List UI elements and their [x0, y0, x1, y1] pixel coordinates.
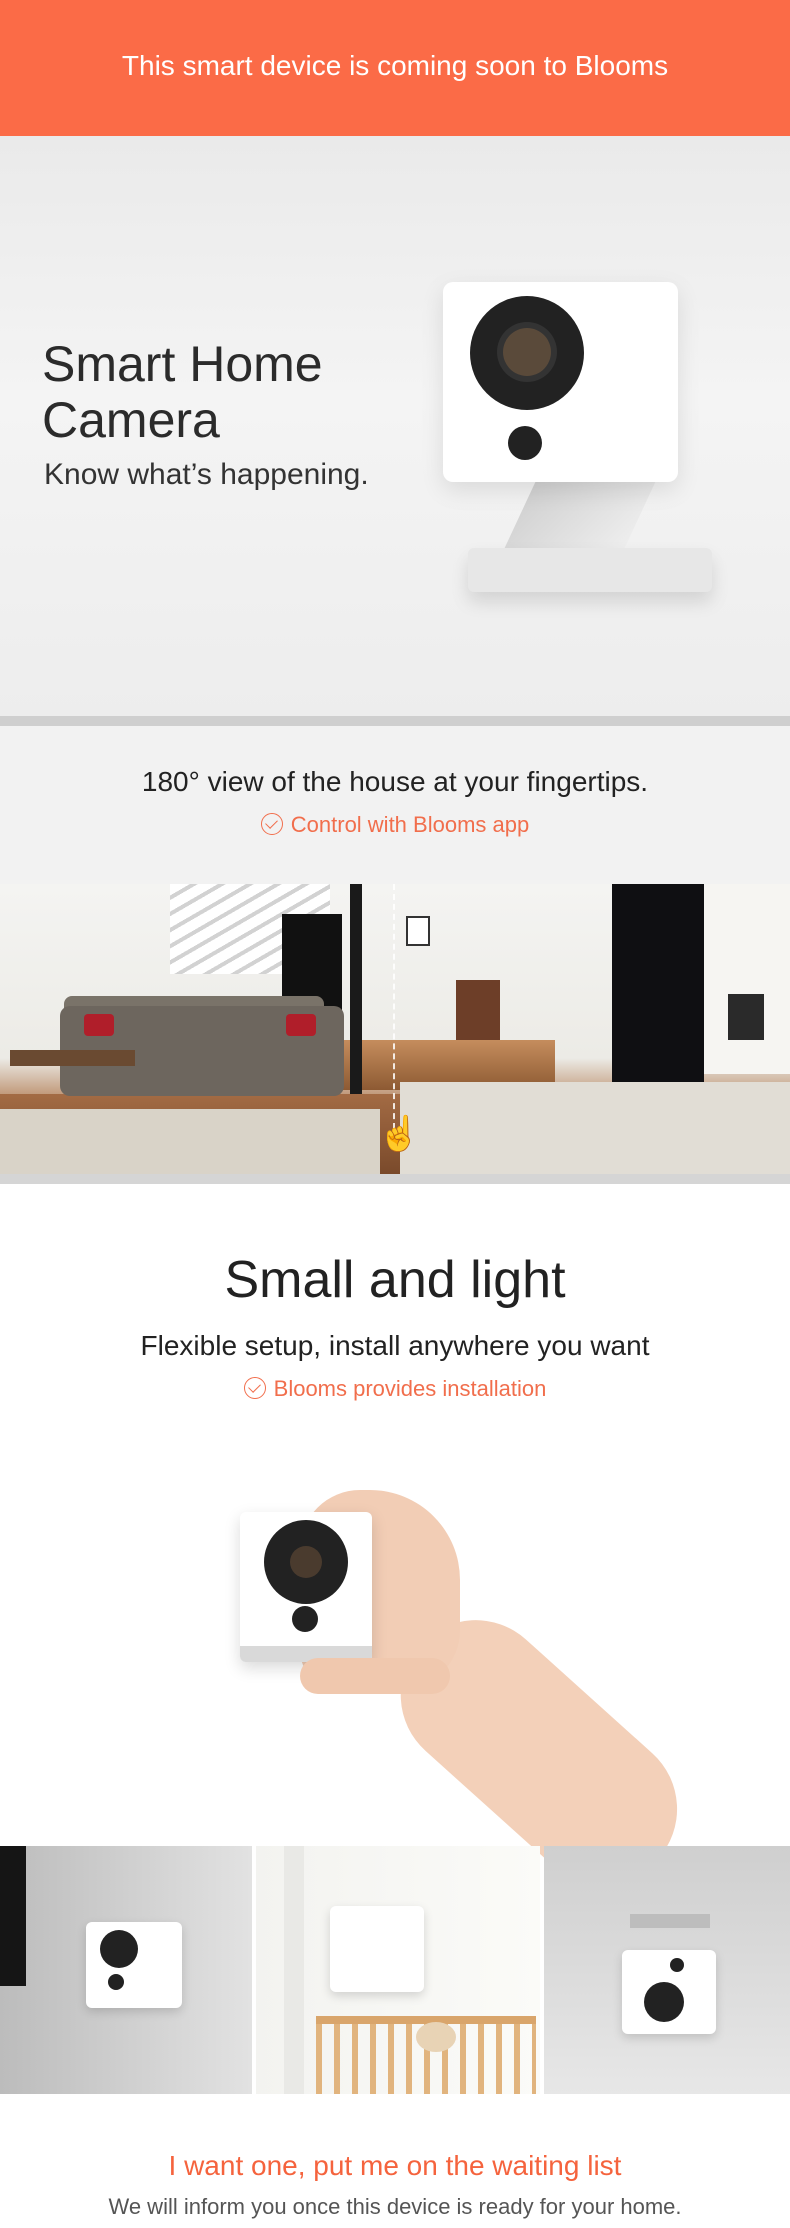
check-circle-icon [260, 813, 283, 835]
camera-lens [644, 1982, 684, 2022]
camera-on-wall [330, 1906, 424, 1992]
banner-text: This smart device is coming soon to Bloo… [121, 50, 669, 81]
fridge [612, 884, 704, 1089]
cabinet [456, 980, 500, 1040]
pillow [84, 1014, 114, 1036]
photo-nursery [256, 1846, 540, 2094]
rug-right [400, 1082, 790, 1174]
camera-speaker [670, 1958, 684, 1972]
feature-control-app-label: Control with Blooms app [290, 812, 530, 837]
pan-guide-line [393, 884, 395, 1139]
black-pillar [350, 884, 362, 1094]
product-title: Smart Home Camera [42, 336, 323, 448]
coffee-table [10, 1050, 135, 1066]
teddy-bear [416, 2022, 456, 2052]
mounting-photos [0, 1846, 790, 2094]
thumb [300, 1658, 450, 1694]
waiting-list-link[interactable]: I want one, put me on the waiting list [0, 2150, 790, 2182]
kitchen-wall [704, 884, 790, 1074]
waiting-list-note: We will inform you once this device is r… [108, 2194, 682, 2219]
camera-speaker [108, 1974, 124, 1990]
rug-left [0, 1109, 380, 1174]
ceiling-bracket [630, 1914, 710, 1928]
oven [728, 994, 764, 1040]
photo-ceiling-mount [544, 1846, 790, 2094]
mini-camera-speaker [292, 1606, 318, 1632]
camera-lens-inner [503, 328, 551, 376]
section-divider [0, 716, 790, 726]
photo-shelf-mount [0, 1846, 252, 2094]
feature-control-app: Control with Blooms app [0, 812, 790, 838]
check-circle-icon [243, 1377, 266, 1399]
mini-camera-lens-inner [290, 1546, 322, 1578]
view-section: 180° view of the house at your fingertip… [0, 726, 790, 884]
pillow [286, 1014, 316, 1036]
wall-picture [406, 916, 430, 946]
product-page: This smart device is coming soon to Bloo… [0, 0, 790, 2228]
hand-holding-camera-image [0, 1460, 790, 1915]
small-section-title: Small and light [224, 1251, 566, 1309]
section-divider [0, 1174, 790, 1184]
room-panorama-image[interactable]: ☝ [0, 884, 790, 1174]
camera-lens [100, 1930, 138, 1968]
product-tagline: Know what’s happening. [44, 458, 369, 491]
hand-swipe-icon[interactable]: ☝ [378, 1112, 420, 1156]
camera-speaker [508, 426, 542, 460]
camera-on-shelf [86, 1922, 182, 2008]
view-section-title: 180° view of the house at your fingertip… [141, 766, 649, 797]
feature-installation: Blooms provides installation [0, 1376, 790, 1402]
tv-edge [0, 1846, 26, 1986]
camera-stand-base [468, 548, 712, 592]
small-section-subtitle: Flexible setup, install anywhere you wan… [140, 1330, 650, 1361]
door-frame [284, 1846, 304, 2094]
feature-installation-label: Blooms provides installation [273, 1376, 547, 1401]
